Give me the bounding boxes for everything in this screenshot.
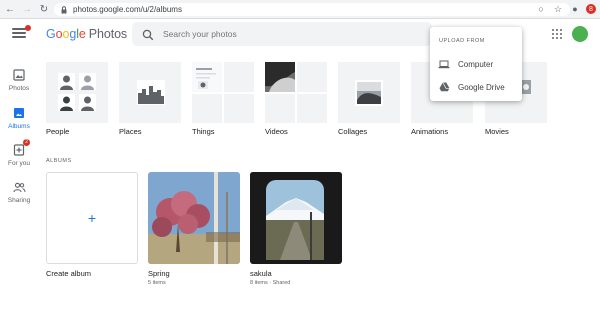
upload-menu-heading: UPLOAD FROM xyxy=(439,38,485,44)
google-drive-icon xyxy=(438,82,450,92)
people-thumbnail xyxy=(46,62,108,123)
places-thumbnail xyxy=(119,62,181,123)
browser-toolbar: ← → ↻ photos.google.com/u/2/albums ○ ☆ ●… xyxy=(0,0,600,19)
album-meta: 8 items · Shared xyxy=(250,280,291,286)
category-label: Places xyxy=(119,127,142,136)
laptop-icon xyxy=(438,59,450,69)
things-thumbnail xyxy=(192,62,254,123)
album-card-sakula[interactable]: sakula 8 items · Shared xyxy=(250,172,342,286)
create-album-tile[interactable]: + xyxy=(46,172,138,264)
sidebar-item-photos[interactable]: Photos xyxy=(0,68,38,92)
sidebar-item-label: Albums xyxy=(8,123,30,130)
category-collages[interactable]: Collages xyxy=(338,62,400,136)
upload-computer-label: Computer xyxy=(458,59,494,69)
category-label: Animations xyxy=(411,127,449,136)
search-bar[interactable] xyxy=(132,22,432,46)
search-icon[interactable] xyxy=(142,28,154,41)
search-input[interactable] xyxy=(163,29,403,39)
upload-from-computer[interactable]: Computer xyxy=(430,55,522,73)
album-title: sakula xyxy=(250,269,272,278)
menu-notification-dot xyxy=(25,25,31,31)
collages-thumbnail xyxy=(338,62,400,123)
category-label: People xyxy=(46,127,70,136)
back-icon[interactable]: ← xyxy=(3,2,17,16)
album-meta: 5 items xyxy=(148,280,166,286)
reload-icon[interactable]: ↻ xyxy=(37,2,51,16)
create-album-label: Create album xyxy=(46,269,92,278)
lock-icon xyxy=(60,5,67,14)
album-card-spring[interactable]: Spring 5 items xyxy=(148,172,240,286)
address-bar[interactable]: photos.google.com/u/2/albums xyxy=(54,3,570,16)
upload-menu: UPLOAD FROM Computer Google Drive xyxy=(430,27,522,101)
extension-icon[interactable]: ○ xyxy=(535,3,547,15)
albums-icon xyxy=(12,106,26,120)
category-videos[interactable]: Videos xyxy=(265,62,327,136)
category-label: Movies xyxy=(485,127,509,136)
bookmark-star-icon[interactable]: ☆ xyxy=(552,3,564,15)
account-icon[interactable]: ● xyxy=(569,3,581,15)
sidebar-item-label: Sharing xyxy=(7,197,31,204)
videos-thumbnail xyxy=(265,62,327,123)
spring-album-cover xyxy=(148,172,240,264)
url-text: photos.google.com/u/2/albums xyxy=(73,5,182,14)
sidebar-item-for-you[interactable]: 2 For you xyxy=(0,139,38,167)
for-you-badge: 2 xyxy=(23,139,30,146)
category-places[interactable]: Places xyxy=(119,62,181,136)
google-photos-logo[interactable]: Google Photos xyxy=(46,27,127,41)
main-menu-icon[interactable] xyxy=(12,25,31,40)
profile-badge-icon[interactable]: 8 xyxy=(586,4,596,14)
sidebar-item-sharing[interactable]: Sharing xyxy=(0,180,38,204)
album-title: Spring xyxy=(148,269,170,278)
sidebar-item-label: Photos xyxy=(8,85,30,92)
category-people[interactable]: People xyxy=(46,62,108,136)
plus-icon: + xyxy=(87,210,97,226)
page: ← → ↻ photos.google.com/u/2/albums ○ ☆ ●… xyxy=(0,0,600,328)
sharing-icon xyxy=(12,180,26,194)
albums-section-heading: ALBUMS xyxy=(46,158,72,164)
create-album-card[interactable]: + Create album xyxy=(46,172,138,278)
sidebar-item-label: For you xyxy=(7,160,31,167)
category-label: Collages xyxy=(338,127,368,136)
category-label: Videos xyxy=(265,127,288,136)
category-things[interactable]: Things xyxy=(192,62,254,136)
for-you-icon: 2 xyxy=(12,139,30,157)
sakula-album-cover xyxy=(250,172,342,264)
sidebar-item-albums[interactable]: Albums xyxy=(0,106,38,130)
upload-from-google-drive[interactable]: Google Drive xyxy=(430,78,522,96)
upload-drive-label: Google Drive xyxy=(458,82,505,92)
category-label: Things xyxy=(192,127,215,136)
avatar[interactable] xyxy=(572,26,588,42)
photo-icon xyxy=(12,68,26,82)
forward-icon[interactable]: → xyxy=(20,2,34,16)
apps-grid-icon[interactable] xyxy=(552,29,562,39)
